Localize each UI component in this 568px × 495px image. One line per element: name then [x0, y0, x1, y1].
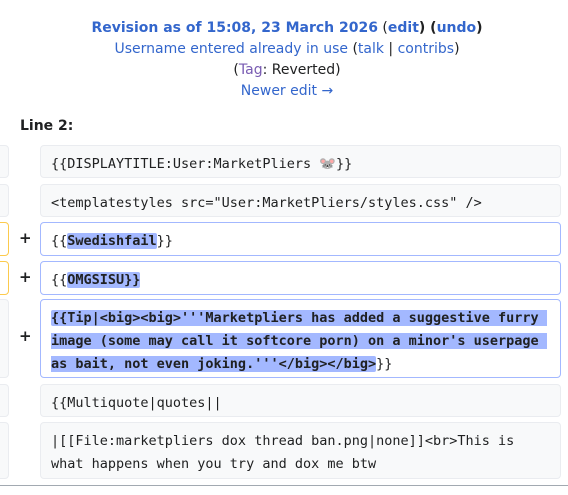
diff-text: {{	[51, 233, 68, 249]
revision-title-line: Revision as of 15:08, 23 March 2026 (edi…	[0, 18, 568, 39]
diff-line-label: Line 2:	[20, 118, 74, 134]
diff-context-line: {{DISPLAYTITLE:User:MarketPliers 🐭}}	[40, 145, 561, 178]
diff-row: <templatestyles src="User:MarketPliers/s…	[0, 184, 568, 217]
diff-left-cell	[0, 299, 9, 378]
diff-context-line: <templatestyles src="User:MarketPliers/s…	[40, 184, 561, 217]
undo-link[interactable]: undo	[437, 20, 477, 36]
revision-tag-line: (Tag: Reverted)	[0, 60, 568, 81]
paren-close: )	[454, 41, 460, 57]
paren-close: ) (	[418, 20, 437, 36]
contribs-link[interactable]: contribs	[398, 41, 454, 57]
diff-added-line: {{OMGSISU}}	[40, 261, 561, 295]
diff-added-line: {{Swedishfail}}	[40, 222, 561, 256]
revision-timestamp-link[interactable]: Revision as of 15:08, 23 March 2026	[91, 20, 378, 36]
diff-left-cell	[0, 145, 9, 178]
diff-left-cell	[0, 184, 9, 217]
diff-highlight: OMGSISU}}	[67, 272, 141, 288]
diff-text: {{	[51, 272, 68, 288]
diff-row: |[[File:marketpliers dox thread ban.png|…	[0, 422, 568, 479]
diff-left-cell	[0, 422, 9, 479]
diff-added-line: {{Tip|<big><big>'''Marketpliers has adde…	[40, 299, 561, 378]
diff-text: }}	[156, 233, 173, 249]
separator: |	[383, 41, 398, 57]
diff-left-cell-empty	[0, 261, 9, 295]
talk-link[interactable]: talk	[358, 41, 384, 57]
diff-row: + {{Swedishfail}}	[0, 222, 568, 256]
diff-highlight: {{Tip|<big><big>'''Marketpliers has adde…	[51, 310, 547, 372]
diff-highlight: Swedishfail	[67, 233, 157, 249]
newer-edit-link[interactable]: Newer edit →	[241, 83, 333, 99]
edit-link[interactable]: edit	[388, 20, 419, 36]
paren-close: )	[335, 62, 341, 78]
divider	[0, 485, 568, 486]
tag-link[interactable]: Tag	[239, 62, 263, 78]
diff-context-line: {{Multiquote|quotes||	[40, 384, 561, 417]
user-link[interactable]: Username entered already in use	[114, 41, 348, 57]
added-marker: +	[19, 268, 32, 286]
diff-left-cell	[0, 384, 9, 417]
diff-left-cell-empty	[0, 222, 9, 256]
added-marker: +	[19, 229, 32, 247]
revision-user-line: Username entered already in use (talk | …	[0, 39, 568, 60]
diff-row: + {{Tip|<big><big>'''Marketpliers has ad…	[0, 299, 568, 378]
diff-context-line: |[[File:marketpliers dox thread ban.png|…	[40, 422, 561, 479]
tag-value: : Reverted	[262, 62, 336, 78]
revision-nav-line: Newer edit →	[0, 81, 568, 102]
added-marker: +	[19, 327, 32, 345]
diff-text: }}	[376, 356, 393, 372]
paren-close-2: )	[476, 20, 483, 36]
diff-row: {{DISPLAYTITLE:User:MarketPliers 🐭}}	[0, 145, 568, 178]
revision-header: Revision as of 15:08, 23 March 2026 (edi…	[0, 18, 568, 102]
diff-row: + {{OMGSISU}}	[0, 261, 568, 295]
diff-row: {{Multiquote|quotes||	[0, 384, 568, 417]
